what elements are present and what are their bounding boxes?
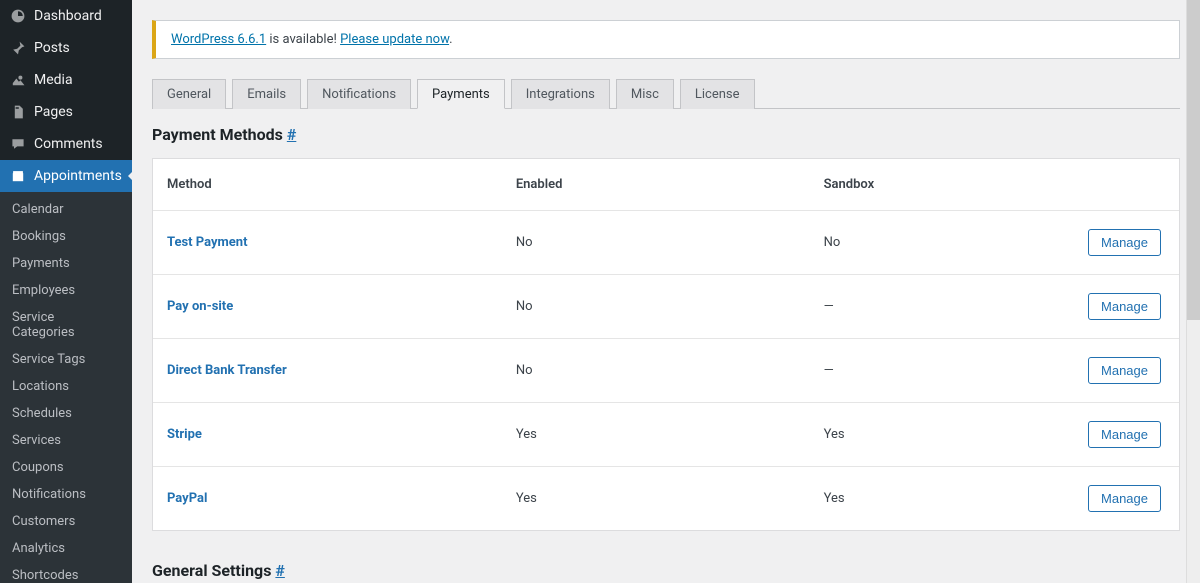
sidebar-subitem-coupons[interactable]: Coupons bbox=[0, 454, 132, 481]
sidebar-subitem-employees[interactable]: Employees bbox=[0, 277, 132, 304]
update-now-link[interactable]: Please update now bbox=[340, 32, 449, 47]
sidebar-item-label: Comments bbox=[34, 136, 103, 152]
enabled-cell: No bbox=[502, 211, 810, 275]
manage-button[interactable]: Manage bbox=[1088, 229, 1161, 256]
tab-general[interactable]: General bbox=[152, 79, 226, 109]
payment-methods-heading: Payment Methods # bbox=[152, 125, 1180, 144]
sidebar-item-media[interactable]: Media bbox=[0, 64, 132, 96]
sidebar-subitem-customers[interactable]: Customers bbox=[0, 508, 132, 535]
tab-emails[interactable]: Emails bbox=[232, 79, 301, 109]
media-icon bbox=[10, 72, 26, 88]
anchor-link[interactable]: # bbox=[287, 125, 296, 144]
sidebar-subitem-schedules[interactable]: Schedules bbox=[0, 400, 132, 427]
col-enabled: Enabled bbox=[502, 159, 810, 211]
table-row: PayPal YesYes Manage bbox=[153, 467, 1179, 531]
sandbox-cell: — bbox=[810, 275, 1056, 339]
enabled-cell: No bbox=[502, 275, 810, 339]
sidebar-item-label: Pages bbox=[34, 104, 73, 120]
sidebar-item-pages[interactable]: Pages bbox=[0, 96, 132, 128]
sidebar-item-appointments[interactable]: Appointments bbox=[0, 160, 132, 192]
sidebar-item-dashboard[interactable]: Dashboard bbox=[0, 0, 132, 32]
sidebar-subitem-bookings[interactable]: Bookings bbox=[0, 223, 132, 250]
sidebar-subitem-payments[interactable]: Payments bbox=[0, 250, 132, 277]
col-actions bbox=[1056, 159, 1179, 211]
sandbox-cell: Yes bbox=[810, 403, 1056, 467]
sidebar-item-label: Appointments bbox=[34, 168, 122, 184]
col-sandbox: Sandbox bbox=[810, 159, 1056, 211]
sandbox-cell: No bbox=[810, 211, 1056, 275]
calendar-icon bbox=[10, 168, 26, 184]
tab-payments[interactable]: Payments bbox=[417, 79, 505, 109]
method-link[interactable]: Direct Bank Transfer bbox=[167, 363, 287, 378]
sidebar-submenu: CalendarBookingsPaymentsEmployeesService… bbox=[0, 192, 132, 583]
tab-license[interactable]: License bbox=[680, 79, 755, 109]
tab-notifications[interactable]: Notifications bbox=[307, 79, 411, 109]
main-content: WordPress 6.6.1 is available! Please upd… bbox=[132, 0, 1200, 583]
pin-icon bbox=[10, 40, 26, 56]
sidebar-subitem-shortcodes[interactable]: Shortcodes bbox=[0, 562, 132, 583]
manage-button[interactable]: Manage bbox=[1088, 357, 1161, 384]
enabled-cell: No bbox=[502, 339, 810, 403]
manage-button[interactable]: Manage bbox=[1088, 485, 1161, 512]
method-link[interactable]: Stripe bbox=[167, 427, 202, 442]
sidebar-subitem-notifications[interactable]: Notifications bbox=[0, 481, 132, 508]
method-link[interactable]: PayPal bbox=[167, 491, 207, 506]
table-row: Test Payment NoNo Manage bbox=[153, 211, 1179, 275]
update-notice: WordPress 6.6.1 is available! Please upd… bbox=[152, 20, 1180, 59]
tab-integrations[interactable]: Integrations bbox=[511, 79, 610, 109]
manage-button[interactable]: Manage bbox=[1088, 293, 1161, 320]
sidebar-item-label: Posts bbox=[34, 40, 70, 56]
sidebar-subitem-service-categories[interactable]: Service Categories bbox=[0, 304, 132, 346]
sidebar-item-comments[interactable]: Comments bbox=[0, 128, 132, 160]
comments-icon bbox=[10, 136, 26, 152]
sidebar-subitem-calendar[interactable]: Calendar bbox=[0, 196, 132, 223]
sidebar-subitem-locations[interactable]: Locations bbox=[0, 373, 132, 400]
admin-sidebar: Dashboard Posts Media Pages Comments Appointm… bbox=[0, 0, 132, 583]
wordpress-version-link[interactable]: WordPress 6.6.1 bbox=[171, 32, 266, 47]
scrollbar-thumb[interactable] bbox=[1187, 0, 1200, 320]
sidebar-subitem-analytics[interactable]: Analytics bbox=[0, 535, 132, 562]
settings-tabs: GeneralEmailsNotificationsPaymentsIntegr… bbox=[152, 79, 1180, 109]
pages-icon bbox=[10, 104, 26, 120]
manage-button[interactable]: Manage bbox=[1088, 421, 1161, 448]
scrollbar[interactable] bbox=[1186, 0, 1200, 583]
payment-methods-table: Method Enabled Sandbox Test PaymentNoNoM… bbox=[152, 158, 1180, 531]
table-row: Pay on-site No— Manage bbox=[153, 275, 1179, 339]
sidebar-subitem-services[interactable]: Services bbox=[0, 427, 132, 454]
dashboard-icon bbox=[10, 8, 26, 24]
table-row: Stripe YesYes Manage bbox=[153, 403, 1179, 467]
tab-misc[interactable]: Misc bbox=[616, 79, 674, 109]
sidebar-item-label: Dashboard bbox=[34, 8, 102, 24]
col-method: Method bbox=[153, 159, 502, 211]
sidebar-subitem-service-tags[interactable]: Service Tags bbox=[0, 346, 132, 373]
sandbox-cell: Yes bbox=[810, 467, 1056, 531]
sidebar-item-label: Media bbox=[34, 72, 73, 88]
enabled-cell: Yes bbox=[502, 467, 810, 531]
enabled-cell: Yes bbox=[502, 403, 810, 467]
notice-text: WordPress 6.6.1 is available! Please upd… bbox=[171, 32, 453, 47]
sandbox-cell: — bbox=[810, 339, 1056, 403]
anchor-link[interactable]: # bbox=[275, 561, 284, 580]
sidebar-item-posts[interactable]: Posts bbox=[0, 32, 132, 64]
method-link[interactable]: Test Payment bbox=[167, 235, 247, 250]
method-link[interactable]: Pay on-site bbox=[167, 299, 233, 314]
general-settings-heading: General Settings # bbox=[152, 561, 1180, 580]
table-row: Direct Bank Transfer No— Manage bbox=[153, 339, 1179, 403]
